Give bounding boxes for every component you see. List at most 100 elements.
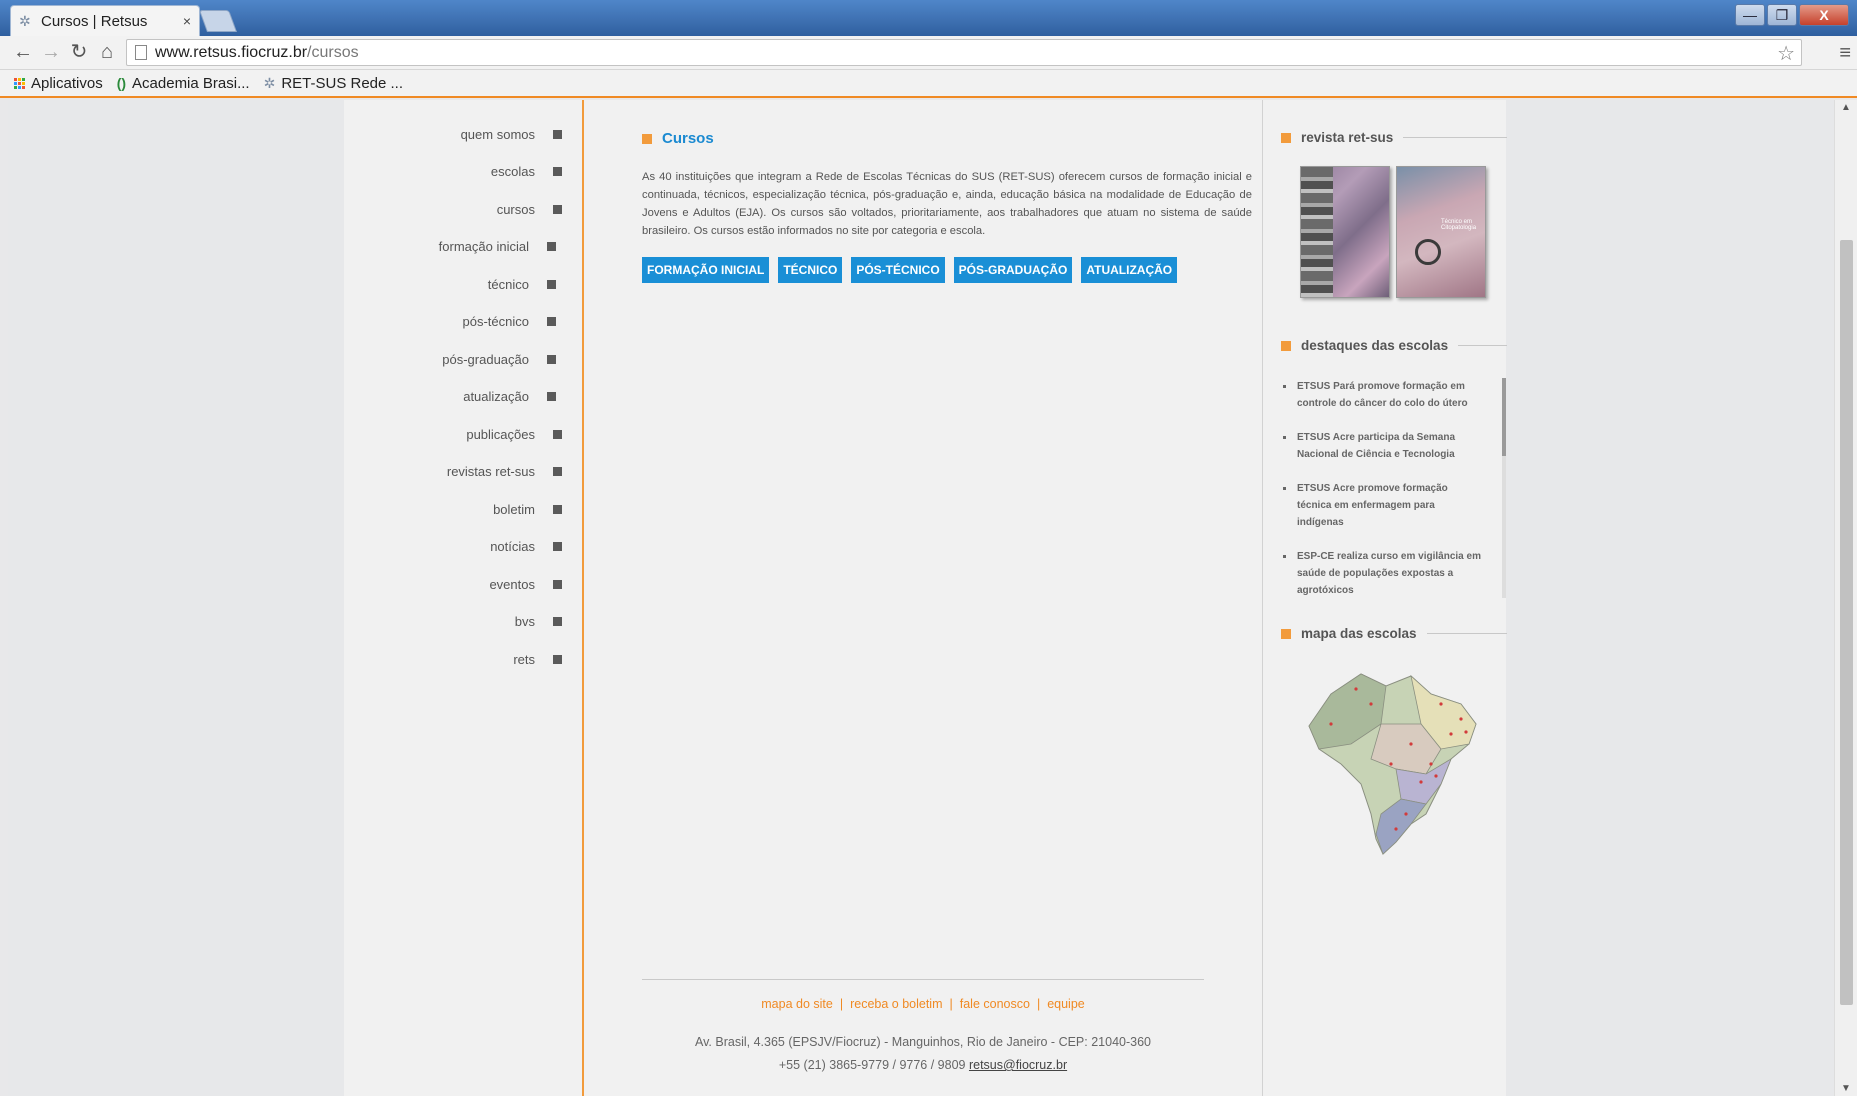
nav-item-formacao-inicial[interactable]: formação inicial: [439, 239, 556, 254]
news-item[interactable]: ETSUS Acre promove formação técnica em e…: [1283, 480, 1483, 531]
orange-square-icon: [1281, 132, 1291, 143]
magazine-cover-2[interactable]: Técnico em Citopatologia: [1396, 166, 1486, 298]
category-buttons: FORMAÇÃO INICIAL TÉCNICO PÓS-TÉCNICO PÓS…: [642, 257, 1178, 283]
news-item[interactable]: ESP-CE realiza curso em vigilância em sa…: [1283, 548, 1483, 599]
back-arrow-icon[interactable]: ←: [12, 41, 34, 63]
footer-link-equipe[interactable]: equipe: [1047, 997, 1085, 1011]
reload-icon[interactable]: ↻: [68, 41, 90, 63]
news-item[interactable]: ETSUS Acre participa da Semana Nacional …: [1283, 429, 1483, 463]
nav-item-bvs[interactable]: bvs: [515, 614, 582, 629]
nav-item-boletim[interactable]: boletim: [493, 502, 582, 517]
page-viewport: quem somos escolas cursos formação inici…: [8, 100, 1834, 1096]
main-content: Cursos As 40 instituições que integram a…: [642, 100, 1252, 1096]
news-item[interactable]: ETSUS Pará promove formação em controle …: [1283, 378, 1483, 412]
square-bullet-icon: [553, 167, 562, 176]
bookmark-academia[interactable]: () Academia Brasi...: [117, 75, 250, 92]
browser-tab[interactable]: ✲ Cursos | Retsus ×: [10, 5, 200, 36]
footer-separator: |: [839, 997, 844, 1011]
heading-rule: [1458, 345, 1507, 346]
bookmarks-bar: Aplicativos () Academia Brasi... ✲ RET-S…: [0, 70, 1857, 98]
bookmark-retsus[interactable]: ✲ RET-SUS Rede ...: [264, 75, 403, 92]
magazine-cover-1[interactable]: [1300, 166, 1390, 298]
bookmark-aplicativos[interactable]: Aplicativos: [14, 75, 103, 92]
nav-label: revistas ret-sus: [446, 464, 535, 479]
nav-label: boletim: [493, 502, 535, 517]
nav-item-revistas-ret-sus[interactable]: revistas ret-sus: [447, 464, 582, 479]
nav-label: publicações: [466, 427, 535, 442]
apps-icon: [14, 77, 25, 89]
bookmark-star-icon[interactable]: ☆: [1777, 41, 1795, 66]
square-bullet-icon: [553, 542, 562, 551]
nav-item-noticias[interactable]: notícias: [490, 539, 582, 554]
maximize-button[interactable]: ❐: [1767, 4, 1797, 26]
scroll-thumb[interactable]: [1502, 378, 1506, 456]
nav-item-pos-tecnico[interactable]: pós-técnico: [463, 314, 556, 329]
nav-item-escolas[interactable]: escolas: [491, 164, 582, 179]
footer-address: Av. Brasil, 4.365 (EPSJV/Fiocruz) - Mang…: [694, 1035, 1151, 1049]
scroll-up-icon[interactable]: ▲: [1841, 102, 1851, 113]
footer-contact: +55 (21) 3865-9779 / 9776 / 9809 retsus@…: [642, 1058, 1204, 1072]
footer: mapa do site | receba o boletim | fale conos…: [642, 979, 1204, 1072]
nav-item-pos-graduacao[interactable]: pós-graduação: [442, 352, 556, 367]
left-navigation: quem somos escolas cursos formação inici…: [344, 100, 584, 1096]
nav-item-rets[interactable]: rets: [513, 652, 582, 667]
page-scrollbar[interactable]: ▲ ▼: [1834, 100, 1857, 1096]
brazil-map[interactable]: [1301, 664, 1481, 864]
page-icon: [135, 45, 147, 60]
nav-item-tecnico[interactable]: técnico: [488, 277, 556, 292]
destaques-title: destaques das escolas: [1301, 338, 1449, 353]
nav-label: notícias: [490, 539, 535, 554]
url-path: /cursos: [307, 43, 359, 61]
retsus-favicon-icon: ✲: [19, 13, 31, 29]
nav-label: escolas: [490, 164, 535, 179]
square-bullet-icon: [553, 467, 562, 476]
nav-label: cursos: [496, 202, 535, 217]
square-bullet-icon: [553, 430, 562, 439]
orange-square-icon: [1281, 628, 1291, 639]
footer-separator: |: [1036, 997, 1041, 1011]
home-icon[interactable]: ⌂: [96, 41, 118, 63]
scroll-down-icon[interactable]: ▼: [1841, 1083, 1851, 1094]
page-title: Cursos: [662, 130, 714, 147]
bookmark-label: Aplicativos: [31, 74, 103, 92]
footer-links: mapa do site | receba o boletim | fale conos…: [642, 997, 1204, 1011]
forward-arrow-icon[interactable]: →: [40, 41, 62, 63]
retsus-icon: ✲: [263, 74, 276, 91]
site-container: quem somos escolas cursos formação inici…: [344, 100, 1507, 1096]
footer-link-mapa-do-site[interactable]: mapa do site: [761, 997, 833, 1011]
nav-item-quem-somos[interactable]: quem somos: [461, 127, 582, 142]
mapa-title: mapa das escolas: [1301, 626, 1417, 641]
browser-toolbar: ← → ↻ ⌂ www.retsus.fiocruz.br /cursos ☆ …: [0, 36, 1857, 70]
right-sidebar: revista ret-sus Técnico em Citopatologia…: [1262, 100, 1507, 1096]
browser-titlebar: ✲ Cursos | Retsus × — ❐ X: [0, 0, 1857, 36]
revista-heading: revista ret-sus: [1281, 130, 1507, 145]
minimize-button[interactable]: —: [1735, 4, 1765, 26]
nav-item-publicacoes[interactable]: publicações: [466, 427, 582, 442]
square-bullet-icon: [547, 242, 556, 251]
close-window-button[interactable]: X: [1799, 4, 1849, 26]
atualizacao-button[interactable]: ATUALIZAÇÃO: [1081, 257, 1178, 283]
page-scroll-thumb[interactable]: [1840, 240, 1853, 1005]
nav-item-atualizacao[interactable]: atualização: [463, 389, 556, 404]
nav-label: eventos: [489, 577, 535, 592]
pos-graduacao-button[interactable]: PÓS-GRADUAÇÃO: [953, 257, 1073, 283]
nav-item-eventos[interactable]: eventos: [489, 577, 582, 592]
pos-tecnico-button[interactable]: PÓS-TÉCNICO: [851, 257, 945, 283]
footer-link-fale-conosco[interactable]: fale conosco: [960, 997, 1030, 1011]
formacao-inicial-button[interactable]: FORMAÇÃO INICIAL: [642, 257, 770, 283]
tecnico-button[interactable]: TÉCNICO: [778, 257, 843, 283]
new-tab-button[interactable]: [198, 10, 238, 32]
nav-label: técnico: [487, 277, 529, 292]
address-bar[interactable]: www.retsus.fiocruz.br /cursos ☆: [126, 39, 1802, 66]
nav-item-cursos[interactable]: cursos: [497, 202, 582, 217]
footer-email-link[interactable]: retsus@fiocruz.br: [969, 1058, 1067, 1072]
menu-icon[interactable]: ≡: [1839, 42, 1851, 65]
destaques-scrollbar[interactable]: [1502, 378, 1506, 598]
square-bullet-icon: [547, 392, 556, 401]
square-bullet-icon: [547, 280, 556, 289]
tab-close-icon[interactable]: ×: [183, 13, 191, 29]
nav-label: pós-técnico: [462, 314, 529, 329]
destaques-list: ETSUS Pará promove formação em controle …: [1283, 378, 1483, 616]
nav-label: formação inicial: [438, 239, 529, 254]
footer-link-receba-o-boletim[interactable]: receba o boletim: [850, 997, 942, 1011]
